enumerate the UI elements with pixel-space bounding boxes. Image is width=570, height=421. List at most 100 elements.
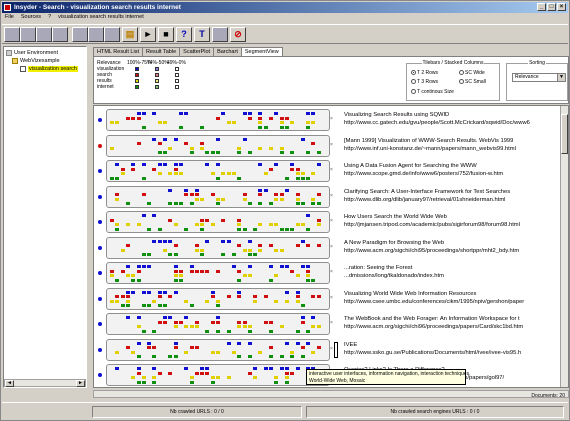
close-icon[interactable]: × [330, 218, 333, 224]
segment-tilebar[interactable] [106, 160, 330, 182]
result-title[interactable]: ...ration: Seeing the Forest [344, 265, 412, 271]
grid-icon[interactable] [20, 27, 36, 42]
result-title[interactable]: Visualizing World Wide Web Information R… [344, 291, 476, 297]
result-row[interactable]: × Visualizing Search Results using SQWID h… [94, 108, 568, 133]
results-hscrollbar[interactable] [93, 390, 569, 398]
result-title[interactable]: A New Paradigm for Browsing the Web [344, 240, 444, 246]
result-url[interactable]: ...dmissions/long/tkaldonado/index.htm [344, 273, 444, 279]
result-title[interactable]: IVEE [344, 342, 357, 348]
result-title[interactable]: Visualizing Search Results using SQWID [344, 112, 449, 118]
radio-sc-small[interactable]: SC Small [459, 79, 486, 85]
segment-tilebar[interactable] [106, 338, 330, 361]
result-title[interactable]: The WebBook and the Web Forager: An Info… [344, 316, 520, 322]
chevron-down-icon[interactable]: ▼ [557, 74, 565, 81]
close-button[interactable]: × [557, 3, 566, 11]
menu-help[interactable]: ? [48, 13, 51, 22]
result-title[interactable]: How Users Search the World Wide Web [344, 214, 447, 220]
tab-html-result-list[interactable]: HTML Result List [93, 47, 143, 56]
minimize-button[interactable]: _ [537, 3, 546, 11]
result-row[interactable]: × How Users Search the World Wide Web http… [94, 210, 568, 235]
maximize-button[interactable]: □ [547, 3, 556, 11]
result-url[interactable]: http://www.acm.org/sigchi/chi96/proceedi… [344, 324, 523, 330]
tab-barchart[interactable]: Barchart [213, 47, 242, 56]
close-icon[interactable]: × [330, 320, 333, 326]
result-row[interactable]: × IVEE http://www.ssko.gu.se/Publications/… [94, 338, 568, 363]
segment-tilebar[interactable] [106, 236, 330, 259]
radio-t-continous-size[interactable]: T continous Size [411, 89, 454, 95]
close-icon[interactable]: × [330, 244, 333, 250]
result-title[interactable]: [Mann 1999] Visualization of WWW-Search … [344, 138, 513, 144]
result-url[interactable]: http://www.inf.uni-konstanz.de/~mann/pap… [344, 146, 516, 152]
grid-icon[interactable] [72, 27, 88, 42]
result-title[interactable]: Clarifying Search: A User-Interface Fram… [344, 189, 510, 195]
segment-tilebar[interactable] [106, 134, 330, 157]
segment-tilebar[interactable] [106, 313, 330, 335]
stop-icon[interactable]: ■ [158, 27, 174, 42]
radio-t-3-rows[interactable]: T 3 Rows [411, 79, 438, 85]
result-row[interactable]: × Using A Data Fusion Agent for Searching… [94, 159, 568, 184]
grid-icon[interactable] [36, 27, 52, 42]
results-vscrollbar[interactable] [560, 106, 568, 387]
result-url[interactable]: http://www.acm.org/sigchi/chi95/proceedi… [344, 248, 519, 254]
result-url[interactable]: http://www.dlib.org/dlib/january97/retri… [344, 197, 505, 203]
result-title[interactable]: Using A Data Fusion Agent for Searching … [344, 163, 477, 169]
segment-tilebar[interactable] [106, 185, 330, 208]
result-row[interactable]: × The WebBook and the Web Forager: An Inf… [94, 312, 568, 337]
grid-icon[interactable] [52, 27, 68, 42]
close-icon[interactable]: × [330, 142, 333, 148]
tile-cell [205, 239, 210, 243]
no-entry-icon[interactable]: ⊘ [230, 27, 246, 42]
result-url[interactable]: http://www.cc.gatech.edu/gvu/people/Scot… [344, 120, 530, 126]
status-crawled-engines: Nb crawled search engines URLS : 0 / 0 [306, 406, 564, 418]
grid-icon[interactable] [4, 27, 20, 42]
tile-cell [274, 112, 279, 115]
tab-result-table[interactable]: Result Table [141, 47, 181, 56]
radio-t-2-rows[interactable]: T 2 Rows [411, 70, 438, 76]
close-icon[interactable]: × [330, 269, 333, 275]
segment-tilebar[interactable] [106, 211, 330, 233]
scroll-left-icon[interactable]: ◄ [5, 380, 14, 387]
tree-child[interactable]: WebVizexample [12, 57, 60, 65]
legend-swatch [155, 79, 159, 83]
result-row[interactable]: × [Mann 1999] Visualization of WWW-Search… [94, 134, 568, 159]
tools-icon[interactable]: T [194, 27, 210, 42]
tab-scatterplot[interactable]: ScatterPlot [179, 47, 215, 56]
sorting-select[interactable]: Relevance ▼ [512, 73, 566, 82]
play-icon[interactable]: ► [140, 27, 156, 42]
result-row[interactable]: × A New Paradigm for Browsing the Web http… [94, 236, 568, 261]
tree-hscrollbar[interactable]: ◄ ► [4, 379, 86, 387]
grid-icon[interactable] [88, 27, 104, 42]
segment-tilebar[interactable] [106, 287, 330, 310]
segment-tilebar[interactable] [106, 109, 330, 131]
tab-segmentview[interactable]: SegmentView [240, 47, 283, 56]
menu-sources[interactable]: Sources [21, 13, 41, 22]
close-icon[interactable]: × [330, 167, 333, 173]
menu-file[interactable]: File [5, 13, 14, 22]
grid-icon[interactable] [104, 27, 120, 42]
tree-root[interactable]: User Environment [6, 49, 58, 57]
radio-dot [459, 79, 464, 85]
close-icon[interactable]: × [330, 295, 333, 301]
document-icon[interactable]: ▤ [122, 27, 138, 42]
segment-tilebar[interactable] [106, 364, 330, 386]
result-url[interactable]: http://jmjansen.tripod.com/academic/pubs… [344, 222, 520, 228]
tile-cell [110, 218, 114, 222]
tree-leaf[interactable]: visualization search [20, 65, 78, 73]
result-row[interactable]: × ...ration: Seeing the Forest ...dmission… [94, 261, 568, 286]
tile-cell [269, 320, 273, 324]
result-url[interactable]: http://www.ssko.gu.se/Publications/Docum… [344, 350, 521, 356]
scroll-right-icon[interactable]: ► [76, 380, 85, 387]
scroll-thumb[interactable] [561, 114, 568, 154]
result-url[interactable]: http://www.csee.umbc.edu/conferences/cik… [344, 299, 524, 305]
tile-cell [306, 121, 311, 124]
close-icon[interactable]: × [330, 116, 333, 122]
result-row[interactable]: × Clarifying Search: A User-Interface Fra… [94, 185, 568, 210]
help-icon[interactable]: ? [176, 27, 192, 42]
grid-icon[interactable] [212, 27, 228, 42]
result-row[interactable]: × Visualizing World Wide Web Information … [94, 287, 568, 312]
close-icon[interactable]: × [330, 346, 333, 352]
radio-sc-wide[interactable]: SC Wide [459, 70, 485, 76]
result-url[interactable]: http://www.scope.gmd.de/info/www6/poster… [344, 171, 503, 177]
segment-tilebar[interactable] [106, 262, 330, 284]
close-icon[interactable]: × [330, 193, 333, 199]
